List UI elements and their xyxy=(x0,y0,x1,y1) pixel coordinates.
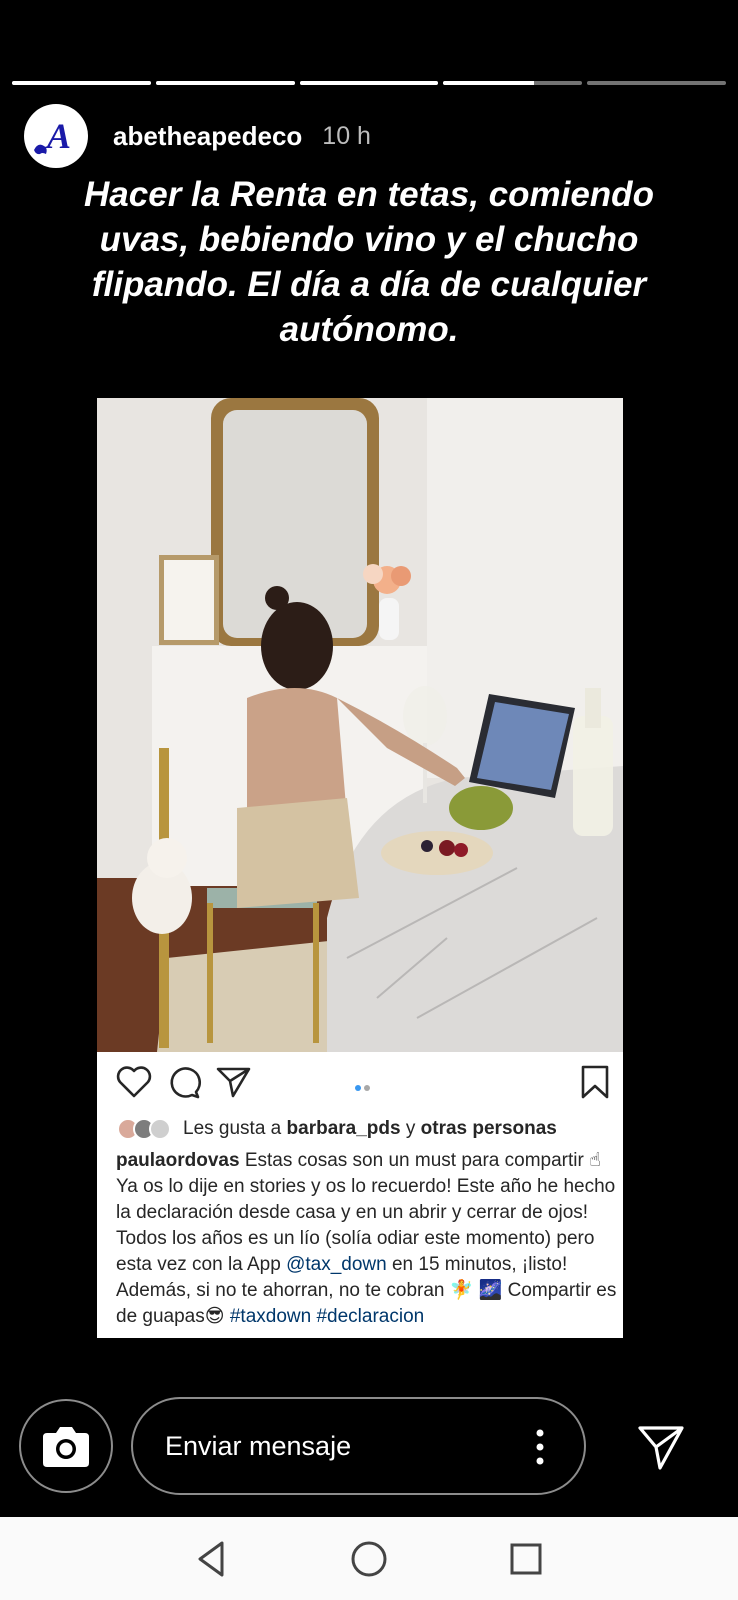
camera-icon xyxy=(43,1427,89,1467)
post-caption: paulaordovas Estas cosas son un must par… xyxy=(116,1148,617,1330)
avatar-logo-icon: A xyxy=(29,109,83,163)
story-caption-text: Hacer la Renta en tetas, comiendo uvas, … xyxy=(84,175,654,349)
likes-user[interactable]: barbara_pds xyxy=(287,1118,401,1140)
caption-username[interactable]: paulaordovas xyxy=(116,1150,240,1171)
nav-home-icon[interactable] xyxy=(347,1537,391,1581)
share-icon[interactable] xyxy=(213,1062,253,1102)
message-field[interactable] xyxy=(131,1397,586,1495)
comment-icon[interactable] xyxy=(163,1062,203,1102)
story-progress-segment xyxy=(155,81,295,85)
post-photo xyxy=(97,398,623,1052)
shared-post-card[interactable]: Les gusta a barbara_pds y otras personas… xyxy=(97,398,623,1338)
caption-mention[interactable]: @tax_down xyxy=(286,1254,387,1275)
bookmark-icon[interactable] xyxy=(575,1062,615,1102)
story-progress-segment xyxy=(587,81,726,85)
post-actions xyxy=(97,1062,623,1102)
carousel-dot-active xyxy=(355,1085,361,1091)
story-progress-fill xyxy=(155,81,295,85)
svg-text:A: A xyxy=(45,116,71,156)
heart-icon[interactable] xyxy=(114,1062,154,1102)
story-progress-segment xyxy=(12,81,151,85)
carousel-indicator xyxy=(355,1078,375,1091)
camera-button[interactable] xyxy=(19,1399,113,1493)
caption-hashtag[interactable]: #taxdown xyxy=(230,1306,311,1327)
story-header: A abetheapedeco 10 h xyxy=(24,104,714,168)
send-icon[interactable] xyxy=(636,1422,686,1472)
avatar[interactable]: A xyxy=(24,104,88,168)
likes-prefix: Les gusta a xyxy=(183,1118,282,1139)
story-time: 10 h xyxy=(322,121,371,150)
nav-back-icon[interactable] xyxy=(190,1537,234,1581)
likes-row[interactable]: Les gusta a barbara_pds y otras personas xyxy=(117,1114,613,1144)
story-progress-segment xyxy=(299,81,439,85)
story-progress-fill xyxy=(443,81,534,85)
story-progress-segment xyxy=(443,81,583,85)
more-vert-icon[interactable] xyxy=(536,1429,544,1465)
avatar xyxy=(149,1118,171,1140)
caption-hashtag[interactable]: #declaracion xyxy=(316,1306,424,1327)
username[interactable]: abetheapedeco xyxy=(113,121,302,152)
story-progress xyxy=(12,81,726,85)
nav-recents-icon[interactable] xyxy=(504,1537,548,1581)
likes-mid: y xyxy=(405,1118,416,1139)
message-input[interactable] xyxy=(165,1430,485,1462)
liker-avatars xyxy=(117,1118,171,1140)
story-progress-fill xyxy=(299,81,439,85)
story-progress-fill xyxy=(12,81,151,85)
likes-others[interactable]: otras personas xyxy=(421,1118,557,1140)
carousel-dot xyxy=(364,1085,370,1091)
system-nav-bar xyxy=(0,1517,738,1600)
